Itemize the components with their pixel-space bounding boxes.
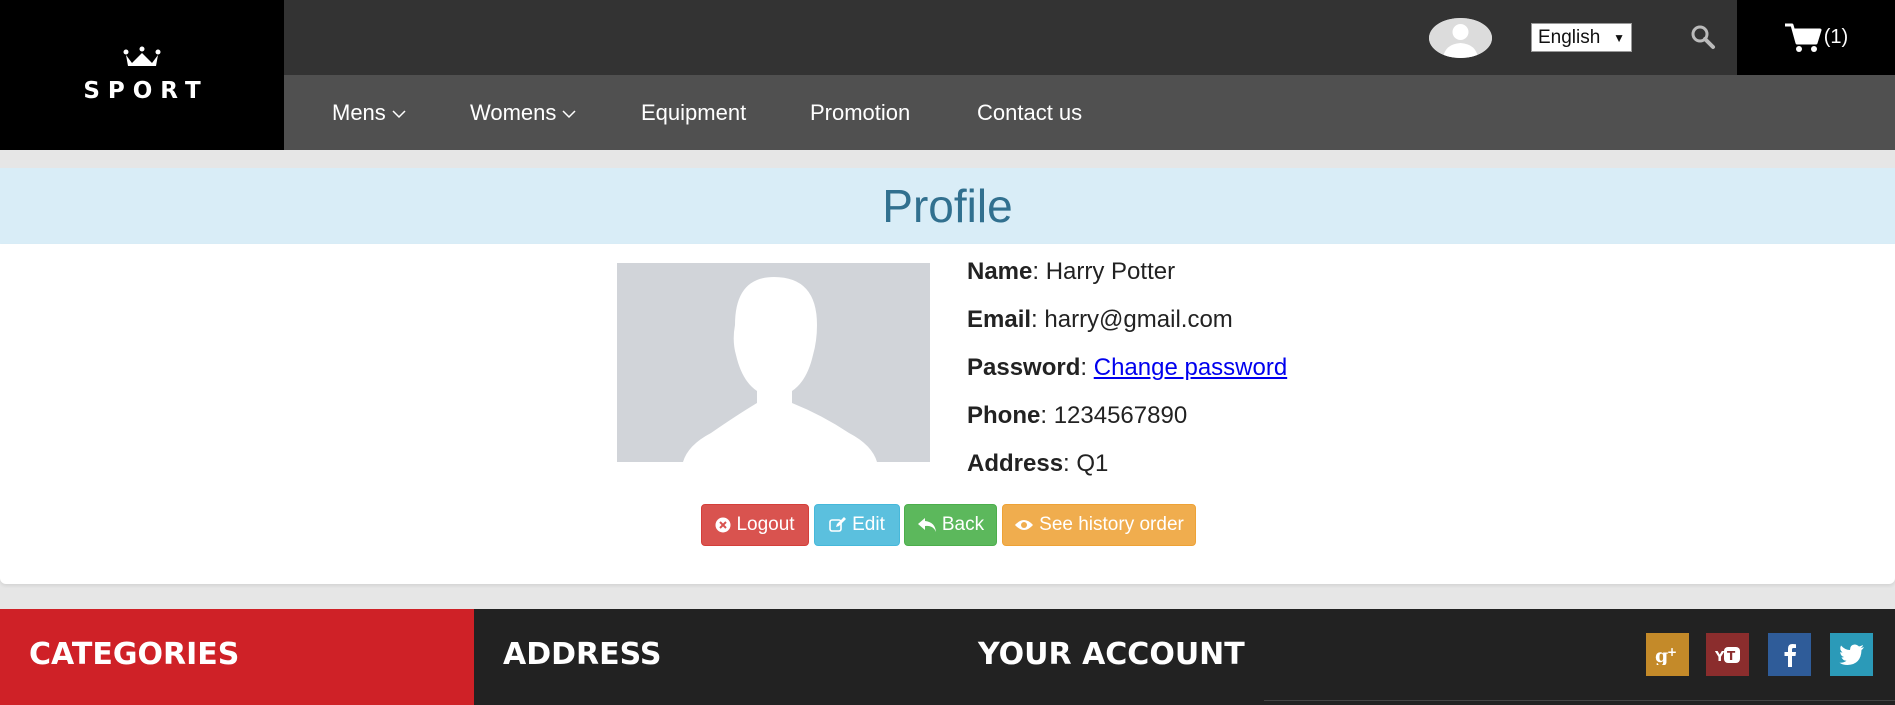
- cart-count: (1): [1823, 26, 1849, 48]
- top-bar: [284, 0, 1737, 75]
- field-value: Harry Potter: [1045, 258, 1176, 285]
- field-label: Email: [967, 306, 1032, 333]
- history-order-button[interactable]: See history order: [1002, 504, 1196, 546]
- twitter-glyph: [1839, 644, 1864, 665]
- cart-button[interactable]: (1): [1737, 0, 1895, 75]
- youtube-glyph: Y T: [1715, 646, 1740, 664]
- eye-icon: [1015, 520, 1034, 530]
- nav-item-promotion[interactable]: Promotion: [810, 75, 910, 150]
- nav-item-equipment[interactable]: Equipment: [641, 75, 746, 150]
- youtube-icon[interactable]: Y T: [1706, 633, 1749, 676]
- reply-icon: [917, 518, 936, 532]
- edit-button[interactable]: Edit: [814, 504, 900, 546]
- change-password-link[interactable]: Change password: [1094, 354, 1287, 381]
- svg-text:Y: Y: [1715, 650, 1725, 664]
- profile-banner: Profile: [0, 168, 1895, 244]
- profile-address: Address: Q1: [967, 450, 1109, 477]
- profile-phone: Phone: 1234567890: [967, 402, 1188, 429]
- field-value: 1234567890: [1053, 402, 1188, 429]
- svg-text:+: +: [1667, 645, 1677, 659]
- nav-label: Mens: [332, 100, 386, 125]
- user-silhouette-icon: [617, 263, 930, 462]
- back-button[interactable]: Back: [904, 504, 997, 546]
- logout-button[interactable]: Logout: [701, 504, 809, 546]
- field-value: Q1: [1076, 450, 1109, 477]
- chevron-down-icon: [562, 110, 576, 118]
- field-label: Password: [967, 354, 1081, 381]
- nav-item-contact-us[interactable]: Contact us: [977, 75, 1082, 150]
- profile-name: Name: Harry Potter: [967, 258, 1176, 285]
- nav-label: Contact us: [977, 100, 1083, 125]
- button-label: See history order: [1039, 514, 1184, 535]
- nav-label: Equipment: [641, 100, 747, 125]
- language-value: English: [1538, 26, 1601, 48]
- profile-password: Password: Change password: [967, 354, 1288, 381]
- page-title: Profile: [882, 180, 1013, 232]
- search-icon[interactable]: [1690, 24, 1716, 50]
- shopping-cart-icon: [1784, 23, 1822, 52]
- google-plus-glyph: g +: [1655, 645, 1677, 665]
- google-plus-icon[interactable]: g +: [1646, 633, 1689, 676]
- facebook-icon[interactable]: [1768, 633, 1811, 676]
- facebook-glyph: [1784, 643, 1796, 667]
- nav-item-mens[interactable]: Mens: [332, 75, 406, 150]
- logo-text: SPORT: [83, 78, 209, 104]
- footer-heading-categories: CATEGORIES: [29, 637, 240, 672]
- footer-heading-account: YOUR ACCOUNT: [978, 637, 1245, 672]
- button-label: Edit: [852, 514, 885, 535]
- close-circle-icon: [715, 517, 731, 533]
- button-label: Back: [941, 514, 985, 535]
- field-label: Name: [967, 258, 1033, 285]
- nav-label: Promotion: [810, 100, 911, 125]
- crown-icon: [123, 46, 161, 66]
- nav-label: Womens: [470, 100, 557, 125]
- field-label: Phone: [967, 402, 1041, 429]
- user-icon: [1429, 18, 1492, 58]
- footer-heading-address: ADDRESS: [503, 637, 662, 672]
- svg-text:T: T: [1727, 649, 1736, 663]
- user-avatar[interactable]: [1429, 18, 1492, 58]
- nav-item-womens[interactable]: Womens: [470, 75, 576, 150]
- field-value: harry@gmail.com: [1044, 306, 1233, 333]
- field-label: Address: [967, 450, 1064, 477]
- chevron-down-icon: [392, 110, 406, 118]
- profile-photo: [617, 263, 930, 462]
- edit-icon: [829, 517, 847, 532]
- footer-divider: [1264, 700, 1895, 701]
- profile-email: Email: harry@gmail.com: [967, 306, 1233, 333]
- dropdown-arrow-icon: ▼: [1613, 30, 1625, 45]
- button-label: Logout: [736, 514, 795, 535]
- twitter-icon[interactable]: [1830, 633, 1873, 676]
- site-logo[interactable]: SPORT: [0, 0, 284, 150]
- language-select[interactable]: English ▼: [1531, 23, 1632, 52]
